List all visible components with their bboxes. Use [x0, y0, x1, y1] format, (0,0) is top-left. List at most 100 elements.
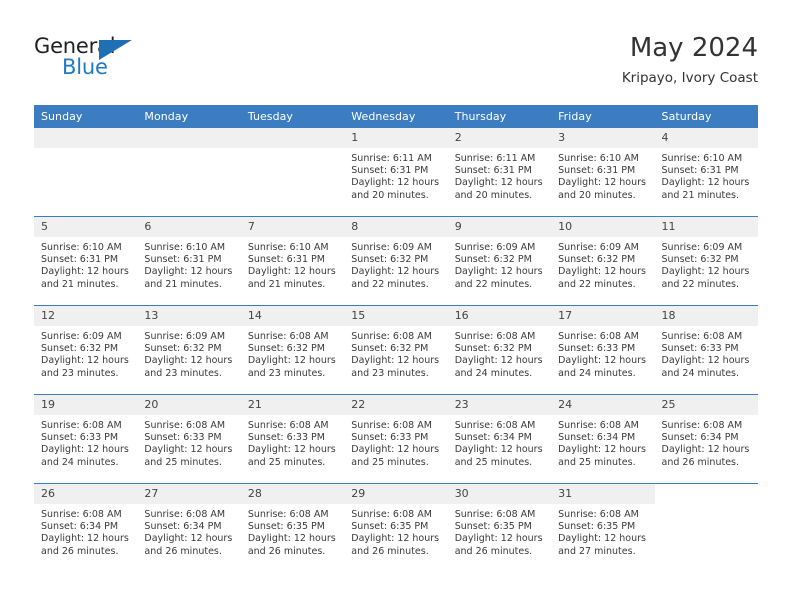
daylight-text-line1: Daylight: 12 hours	[144, 355, 233, 367]
sunset-text: Sunset: 6:34 PM	[41, 521, 119, 533]
day-number: 2	[447, 128, 552, 148]
day-cell[interactable]: 7 Sunrise: 6:10 AM Sunset: 6:31 PM Dayli…	[240, 216, 345, 306]
sunset-text: Sunset: 6:34 PM	[144, 521, 222, 533]
sunset-text: Sunset: 6:35 PM	[454, 521, 532, 533]
daylight-text-line1: Daylight: 12 hours	[144, 533, 233, 545]
daylight-text-line2: and 25 minutes.	[144, 456, 222, 468]
day-info: Sunrise: 6:10 AM Sunset: 6:31 PM Dayligh…	[241, 237, 344, 291]
day-info: Sunrise: 6:08 AM Sunset: 6:33 PM Dayligh…	[137, 415, 240, 469]
day-cell[interactable]: 26 Sunrise: 6:08 AM Sunset: 6:34 PM Dayl…	[34, 483, 138, 572]
day-number: 27	[137, 484, 241, 504]
day-number: 5	[34, 217, 138, 237]
day-cell[interactable]: 13 Sunrise: 6:09 AM Sunset: 6:32 PM Dayl…	[137, 305, 241, 395]
calendar-grid: Sunday Monday Tuesday Wednesday Thursday…	[34, 105, 758, 572]
day-info: Sunrise: 6:08 AM Sunset: 6:32 PM Dayligh…	[241, 326, 344, 380]
sunset-text: Sunset: 6:32 PM	[247, 343, 325, 355]
day-cell[interactable]: 25 Sunrise: 6:08 AM Sunset: 6:34 PM Dayl…	[654, 394, 758, 484]
sunset-text: Sunset: 6:31 PM	[661, 165, 739, 177]
daylight-text-line2: and 26 minutes.	[454, 545, 533, 557]
daylight-text-line2: and 21 minutes.	[247, 278, 326, 290]
day-cell[interactable]: 21 Sunrise: 6:08 AM Sunset: 6:33 PM Dayl…	[240, 394, 345, 484]
daylight-text-line2: and 26 minutes.	[41, 545, 119, 557]
day-cell[interactable]: 3 Sunrise: 6:10 AM Sunset: 6:31 PM Dayli…	[551, 128, 655, 217]
daylight-text-line2: and 26 minutes.	[247, 545, 326, 557]
general-blue-logo[interactable]: General Blue	[34, 34, 174, 86]
day-cell[interactable]: 30 Sunrise: 6:08 AM Sunset: 6:35 PM Dayl…	[447, 483, 552, 572]
day-cell[interactable]: 24 Sunrise: 6:08 AM Sunset: 6:34 PM Dayl…	[551, 394, 655, 484]
sunset-text: Sunset: 6:32 PM	[144, 343, 222, 355]
sunset-text: Sunset: 6:35 PM	[351, 521, 429, 533]
daylight-text-line1: Daylight: 12 hours	[351, 355, 440, 367]
daylight-text-line2: and 24 minutes.	[558, 367, 636, 379]
sunrise-text: Sunrise: 6:08 AM	[351, 420, 432, 431]
day-cell[interactable]: 8 Sunrise: 6:09 AM Sunset: 6:32 PM Dayli…	[344, 216, 448, 306]
sunset-text: Sunset: 6:32 PM	[454, 343, 532, 355]
sunrise-text: Sunrise: 6:11 AM	[454, 153, 536, 164]
day-cell[interactable]: 2 Sunrise: 6:11 AM Sunset: 6:31 PM Dayli…	[447, 128, 552, 217]
day-info: Sunrise: 6:08 AM Sunset: 6:33 PM Dayligh…	[344, 415, 447, 469]
day-number: 14	[240, 306, 345, 326]
day-number: 10	[551, 217, 655, 237]
daylight-text-line1: Daylight: 12 hours	[661, 355, 750, 367]
page-header: General Blue May 2024 Kripayo, Ivory Coa…	[34, 32, 758, 94]
day-cell[interactable]: 15 Sunrise: 6:08 AM Sunset: 6:32 PM Dayl…	[344, 305, 448, 395]
sunrise-text: Sunrise: 6:10 AM	[558, 153, 639, 164]
daylight-text-line1: Daylight: 12 hours	[558, 177, 646, 189]
day-cell[interactable]: 16 Sunrise: 6:08 AM Sunset: 6:32 PM Dayl…	[447, 305, 552, 395]
daylight-text-line2: and 22 minutes.	[454, 278, 533, 290]
sunrise-text: Sunrise: 6:10 AM	[661, 153, 743, 164]
day-cell[interactable]: 9 Sunrise: 6:09 AM Sunset: 6:32 PM Dayli…	[447, 216, 552, 306]
day-cell[interactable]: 4 Sunrise: 6:10 AM Sunset: 6:31 PM Dayli…	[654, 128, 758, 217]
calendar-week-row: 19 Sunrise: 6:08 AM Sunset: 6:33 PM Dayl…	[34, 394, 758, 484]
day-cell[interactable]: 1 Sunrise: 6:11 AM Sunset: 6:31 PM Dayli…	[344, 128, 448, 217]
daylight-text-line2: and 23 minutes.	[351, 367, 429, 379]
day-cell[interactable]: 22 Sunrise: 6:08 AM Sunset: 6:33 PM Dayl…	[344, 394, 448, 484]
sunset-text: Sunset: 6:32 PM	[558, 254, 636, 266]
daylight-text-line2: and 22 minutes.	[558, 278, 636, 290]
day-cell[interactable]: 10 Sunrise: 6:09 AM Sunset: 6:32 PM Dayl…	[551, 216, 655, 306]
day-cell[interactable]: 11 Sunrise: 6:09 AM Sunset: 6:32 PM Dayl…	[654, 216, 758, 306]
daylight-text-line1: Daylight: 12 hours	[351, 266, 440, 278]
sunrise-text: Sunrise: 6:08 AM	[558, 509, 639, 520]
day-cell[interactable]: 5 Sunrise: 6:10 AM Sunset: 6:31 PM Dayli…	[34, 216, 138, 306]
day-cell[interactable]: 14 Sunrise: 6:08 AM Sunset: 6:32 PM Dayl…	[240, 305, 345, 395]
sunset-text: Sunset: 6:31 PM	[558, 165, 636, 177]
day-number: 18	[654, 306, 758, 326]
day-cell[interactable]: 28 Sunrise: 6:08 AM Sunset: 6:35 PM Dayl…	[240, 483, 345, 572]
daylight-text-line1: Daylight: 12 hours	[41, 355, 129, 367]
day-number: 19	[34, 395, 138, 415]
daylight-text-line1: Daylight: 12 hours	[41, 533, 129, 545]
sunrise-text: Sunrise: 6:09 AM	[558, 242, 639, 253]
sunset-text: Sunset: 6:34 PM	[661, 432, 739, 444]
day-cell[interactable]: 6 Sunrise: 6:10 AM Sunset: 6:31 PM Dayli…	[137, 216, 241, 306]
day-info: Sunrise: 6:08 AM Sunset: 6:35 PM Dayligh…	[448, 504, 551, 558]
day-number: 1	[344, 128, 448, 148]
daylight-text-line2: and 25 minutes.	[454, 456, 533, 468]
sunset-text: Sunset: 6:31 PM	[247, 254, 325, 266]
daylight-text-line1: Daylight: 12 hours	[454, 266, 543, 278]
day-info	[655, 504, 758, 509]
day-cell[interactable]: 12 Sunrise: 6:09 AM Sunset: 6:32 PM Dayl…	[34, 305, 138, 395]
day-cell[interactable]: 18 Sunrise: 6:08 AM Sunset: 6:33 PM Dayl…	[654, 305, 758, 395]
daylight-text-line1: Daylight: 12 hours	[247, 355, 336, 367]
day-cell[interactable]: 20 Sunrise: 6:08 AM Sunset: 6:33 PM Dayl…	[137, 394, 241, 484]
sunrise-text: Sunrise: 6:08 AM	[558, 420, 639, 431]
day-cell[interactable]: 19 Sunrise: 6:08 AM Sunset: 6:33 PM Dayl…	[34, 394, 138, 484]
day-info: Sunrise: 6:08 AM Sunset: 6:34 PM Dayligh…	[137, 504, 240, 558]
day-number: 12	[34, 306, 138, 326]
day-cell[interactable]: 23 Sunrise: 6:08 AM Sunset: 6:34 PM Dayl…	[447, 394, 552, 484]
day-number: 8	[344, 217, 448, 237]
daylight-text-line2: and 23 minutes.	[247, 367, 326, 379]
daylight-text-line2: and 24 minutes.	[661, 367, 740, 379]
day-info: Sunrise: 6:08 AM Sunset: 6:34 PM Dayligh…	[551, 415, 654, 469]
sunrise-text: Sunrise: 6:09 AM	[144, 331, 226, 342]
day-number: 11	[654, 217, 758, 237]
day-number: 16	[447, 306, 552, 326]
day-cell[interactable]: 27 Sunrise: 6:08 AM Sunset: 6:34 PM Dayl…	[137, 483, 241, 572]
day-cell[interactable]: 17 Sunrise: 6:08 AM Sunset: 6:33 PM Dayl…	[551, 305, 655, 395]
daylight-text-line1: Daylight: 12 hours	[351, 444, 440, 456]
sunrise-text: Sunrise: 6:08 AM	[247, 509, 329, 520]
day-cell[interactable]: 29 Sunrise: 6:08 AM Sunset: 6:35 PM Dayl…	[344, 483, 448, 572]
day-number: 24	[551, 395, 655, 415]
day-cell[interactable]: 31 Sunrise: 6:08 AM Sunset: 6:35 PM Dayl…	[551, 483, 655, 572]
